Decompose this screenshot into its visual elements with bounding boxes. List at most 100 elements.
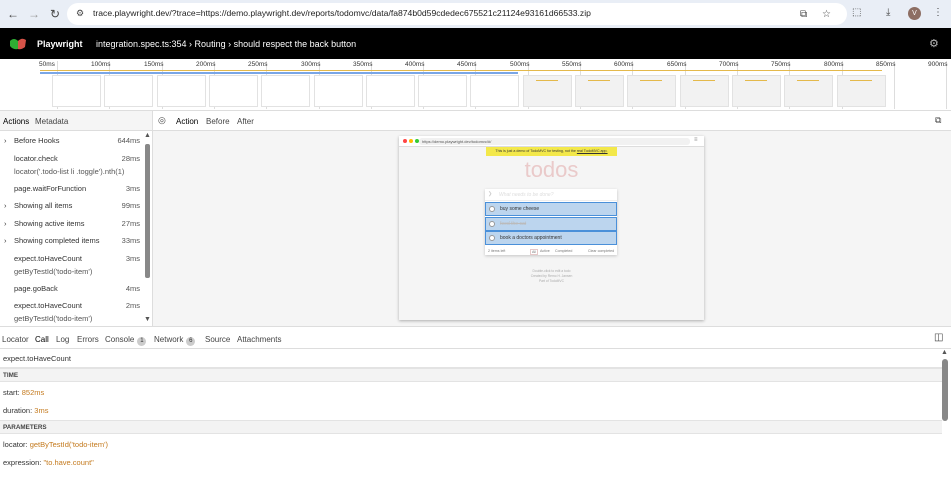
- clear-completed-button[interactable]: Clear completed: [588, 249, 614, 253]
- timeline-thumbnail[interactable]: [261, 75, 310, 107]
- avatar[interactable]: V: [908, 7, 921, 20]
- tab-source[interactable]: Source: [205, 335, 230, 344]
- timeline-thumbnail[interactable]: [209, 75, 258, 107]
- timeline-thumbnail[interactable]: [575, 75, 624, 107]
- todo-item[interactable]: buy some cheese: [485, 202, 617, 216]
- chevron-right-icon[interactable]: ›: [4, 136, 7, 145]
- open-external-icon[interactable]: ⧉: [935, 115, 941, 126]
- scroll-up-icon[interactable]: ▲: [144, 132, 151, 139]
- extensions-icon[interactable]: ⬚: [852, 7, 861, 18]
- tab-action[interactable]: Action: [176, 117, 198, 126]
- action-duration: 28ms: [121, 153, 140, 163]
- action-duration: 3ms: [125, 253, 140, 263]
- tab-console[interactable]: Console 1: [105, 335, 147, 346]
- tab-call[interactable]: Call: [35, 335, 49, 344]
- details-panel: Locator Call Log Errors Console 1 Network 6 Sour…: [0, 326, 951, 477]
- timeline-gridline: [946, 61, 947, 109]
- new-todo-input[interactable]: ❯ What needs to be done?: [485, 189, 617, 201]
- todo-toggle-checkbox[interactable]: [489, 206, 495, 212]
- actions-scrollbar[interactable]: [145, 144, 150, 278]
- timeline-thumbnail[interactable]: [837, 75, 886, 107]
- todo-item[interactable]: feed the cat: [485, 216, 617, 231]
- timeline-tick-label: 250ms: [248, 61, 268, 68]
- call-title-row: expect.toHaveCount: [0, 349, 942, 368]
- tab-label: Errors: [77, 335, 99, 344]
- tab-attachments[interactable]: Attachments: [237, 335, 281, 344]
- timeline-tick-label: 200ms: [196, 61, 216, 68]
- snapshot-frame[interactable]: https://demo.playwright.dev/todomvc/#/ ≡…: [399, 136, 704, 320]
- timeline-thumbnail[interactable]: [627, 75, 676, 107]
- tab-locator[interactable]: Locator: [2, 335, 29, 344]
- install-app-icon[interactable]: ⧉: [800, 9, 807, 20]
- thumbnail-banner-mark: [797, 80, 819, 81]
- bookmark-star-icon[interactable]: ☆: [822, 9, 831, 20]
- details-tabbar: Locator Call Log Errors Console 1 Network 6 Sour…: [0, 327, 951, 349]
- todos-title: todos: [524, 157, 579, 182]
- chevron-right-icon[interactable]: ›: [4, 219, 7, 228]
- timeline-thumbnail[interactable]: [157, 75, 206, 107]
- chevron-right-icon[interactable]: ›: [4, 201, 7, 210]
- locator-label: locator:: [3, 440, 28, 449]
- demo-banner-link[interactable]: real TodoMVC app.: [577, 149, 608, 153]
- timeline-thumbnail[interactable]: [680, 75, 729, 107]
- details-scrollbar[interactable]: [942, 359, 948, 421]
- snapshot-tabbar: ◎ Action Before After ⧉: [153, 111, 951, 131]
- tab-before[interactable]: Before: [206, 117, 230, 126]
- action-label: Before Hooks: [14, 136, 60, 145]
- download-icon[interactable]: ⤓: [886, 7, 890, 18]
- forward-icon[interactable]: →: [25, 5, 43, 23]
- reload-icon[interactable]: ↻: [46, 5, 64, 23]
- settings-gear-icon[interactable]: ⚙: [929, 37, 939, 50]
- action-duration: 33ms: [121, 236, 140, 245]
- test-path: integration.spec.ts:354 › Routing › shou…: [96, 39, 357, 49]
- tab-errors[interactable]: Errors: [77, 335, 99, 344]
- address-bar[interactable]: ⚙ trace.playwright.dev/?trace=https://de…: [67, 3, 847, 25]
- timeline[interactable]: 50ms 100ms 150ms 200ms 250ms 300ms 350ms 400ms 4…: [0, 59, 951, 111]
- tab-label: Console: [105, 335, 135, 344]
- action-label: locator.check: [14, 153, 58, 163]
- timeline-bar-blue: [40, 72, 518, 74]
- timeline-thumbnail[interactable]: [470, 75, 519, 107]
- toggle-all-icon[interactable]: ❯: [488, 191, 492, 197]
- tab-after[interactable]: After: [237, 117, 254, 126]
- info-line: Part of TodoMVC: [538, 279, 565, 283]
- timeline-thumbnail[interactable]: [523, 75, 572, 107]
- timeline-thumbnail[interactable]: [52, 75, 101, 107]
- todo-label: feed the cat: [500, 220, 527, 227]
- timeline-bar-yellow: [40, 70, 882, 71]
- site-info-icon[interactable]: ⚙: [76, 8, 84, 19]
- scroll-down-icon[interactable]: ▼: [144, 316, 151, 323]
- action-locator: getByTestId('todo-item'): [14, 266, 93, 276]
- action-label: Showing active items: [14, 218, 85, 228]
- todo-toggle-checkbox[interactable]: [489, 220, 495, 227]
- todo-item[interactable]: book a doctors appointment: [485, 231, 617, 245]
- todo-toggle-checkbox[interactable]: [489, 235, 495, 241]
- action-duration: 3ms: [125, 183, 140, 193]
- items-left-count: 2 items left: [488, 249, 506, 253]
- timeline-thumbnail[interactable]: [732, 75, 781, 107]
- scroll-up-icon[interactable]: ▲: [941, 349, 948, 356]
- timeline-thumbnail[interactable]: [418, 75, 467, 107]
- back-icon[interactable]: ←: [4, 5, 22, 23]
- tab-label: Source: [205, 335, 231, 344]
- locator-value[interactable]: getByTestId('todo-item'): [30, 440, 108, 449]
- app-name: Playwright: [37, 39, 83, 49]
- layout-toggle-icon[interactable]: ◫: [934, 332, 943, 343]
- todo-app: ❯ What needs to be done? buy some cheese…: [485, 189, 617, 255]
- filter-completed[interactable]: Completed: [555, 249, 572, 253]
- action-duration: 2ms: [125, 301, 140, 310]
- locator-row: locator: getByTestId('todo-item'): [3, 440, 108, 449]
- timeline-thumbnail[interactable]: [784, 75, 833, 107]
- tab-log[interactable]: Log: [56, 335, 69, 344]
- timeline-thumbnail[interactable]: [104, 75, 153, 107]
- target-icon[interactable]: ◎: [158, 115, 166, 126]
- chevron-right-icon[interactable]: ›: [4, 236, 7, 245]
- filter-all[interactable]: All: [530, 249, 538, 255]
- timeline-thumbnail[interactable]: [314, 75, 363, 107]
- tab-network[interactable]: Network 6: [154, 335, 196, 346]
- tab-metadata[interactable]: Metadata: [35, 117, 68, 126]
- menu-kebab-icon[interactable]: ⋮: [933, 7, 943, 18]
- tab-actions[interactable]: Actions: [3, 117, 29, 126]
- filter-active[interactable]: Active: [540, 249, 550, 253]
- timeline-thumbnail[interactable]: [366, 75, 415, 107]
